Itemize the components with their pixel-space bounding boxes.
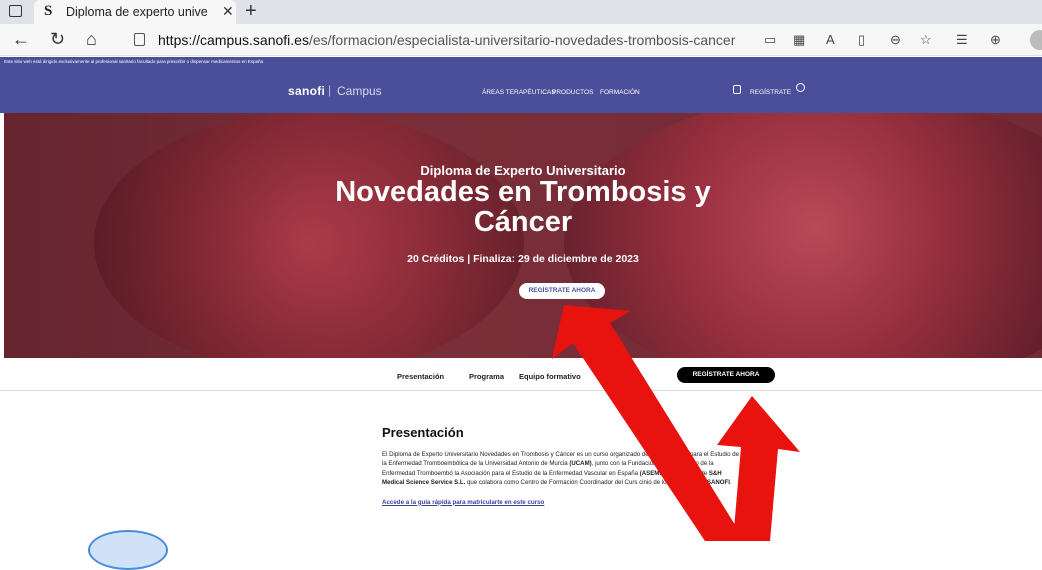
arrow-annotation (552, 305, 745, 541)
annotation-arrows (552, 305, 800, 541)
